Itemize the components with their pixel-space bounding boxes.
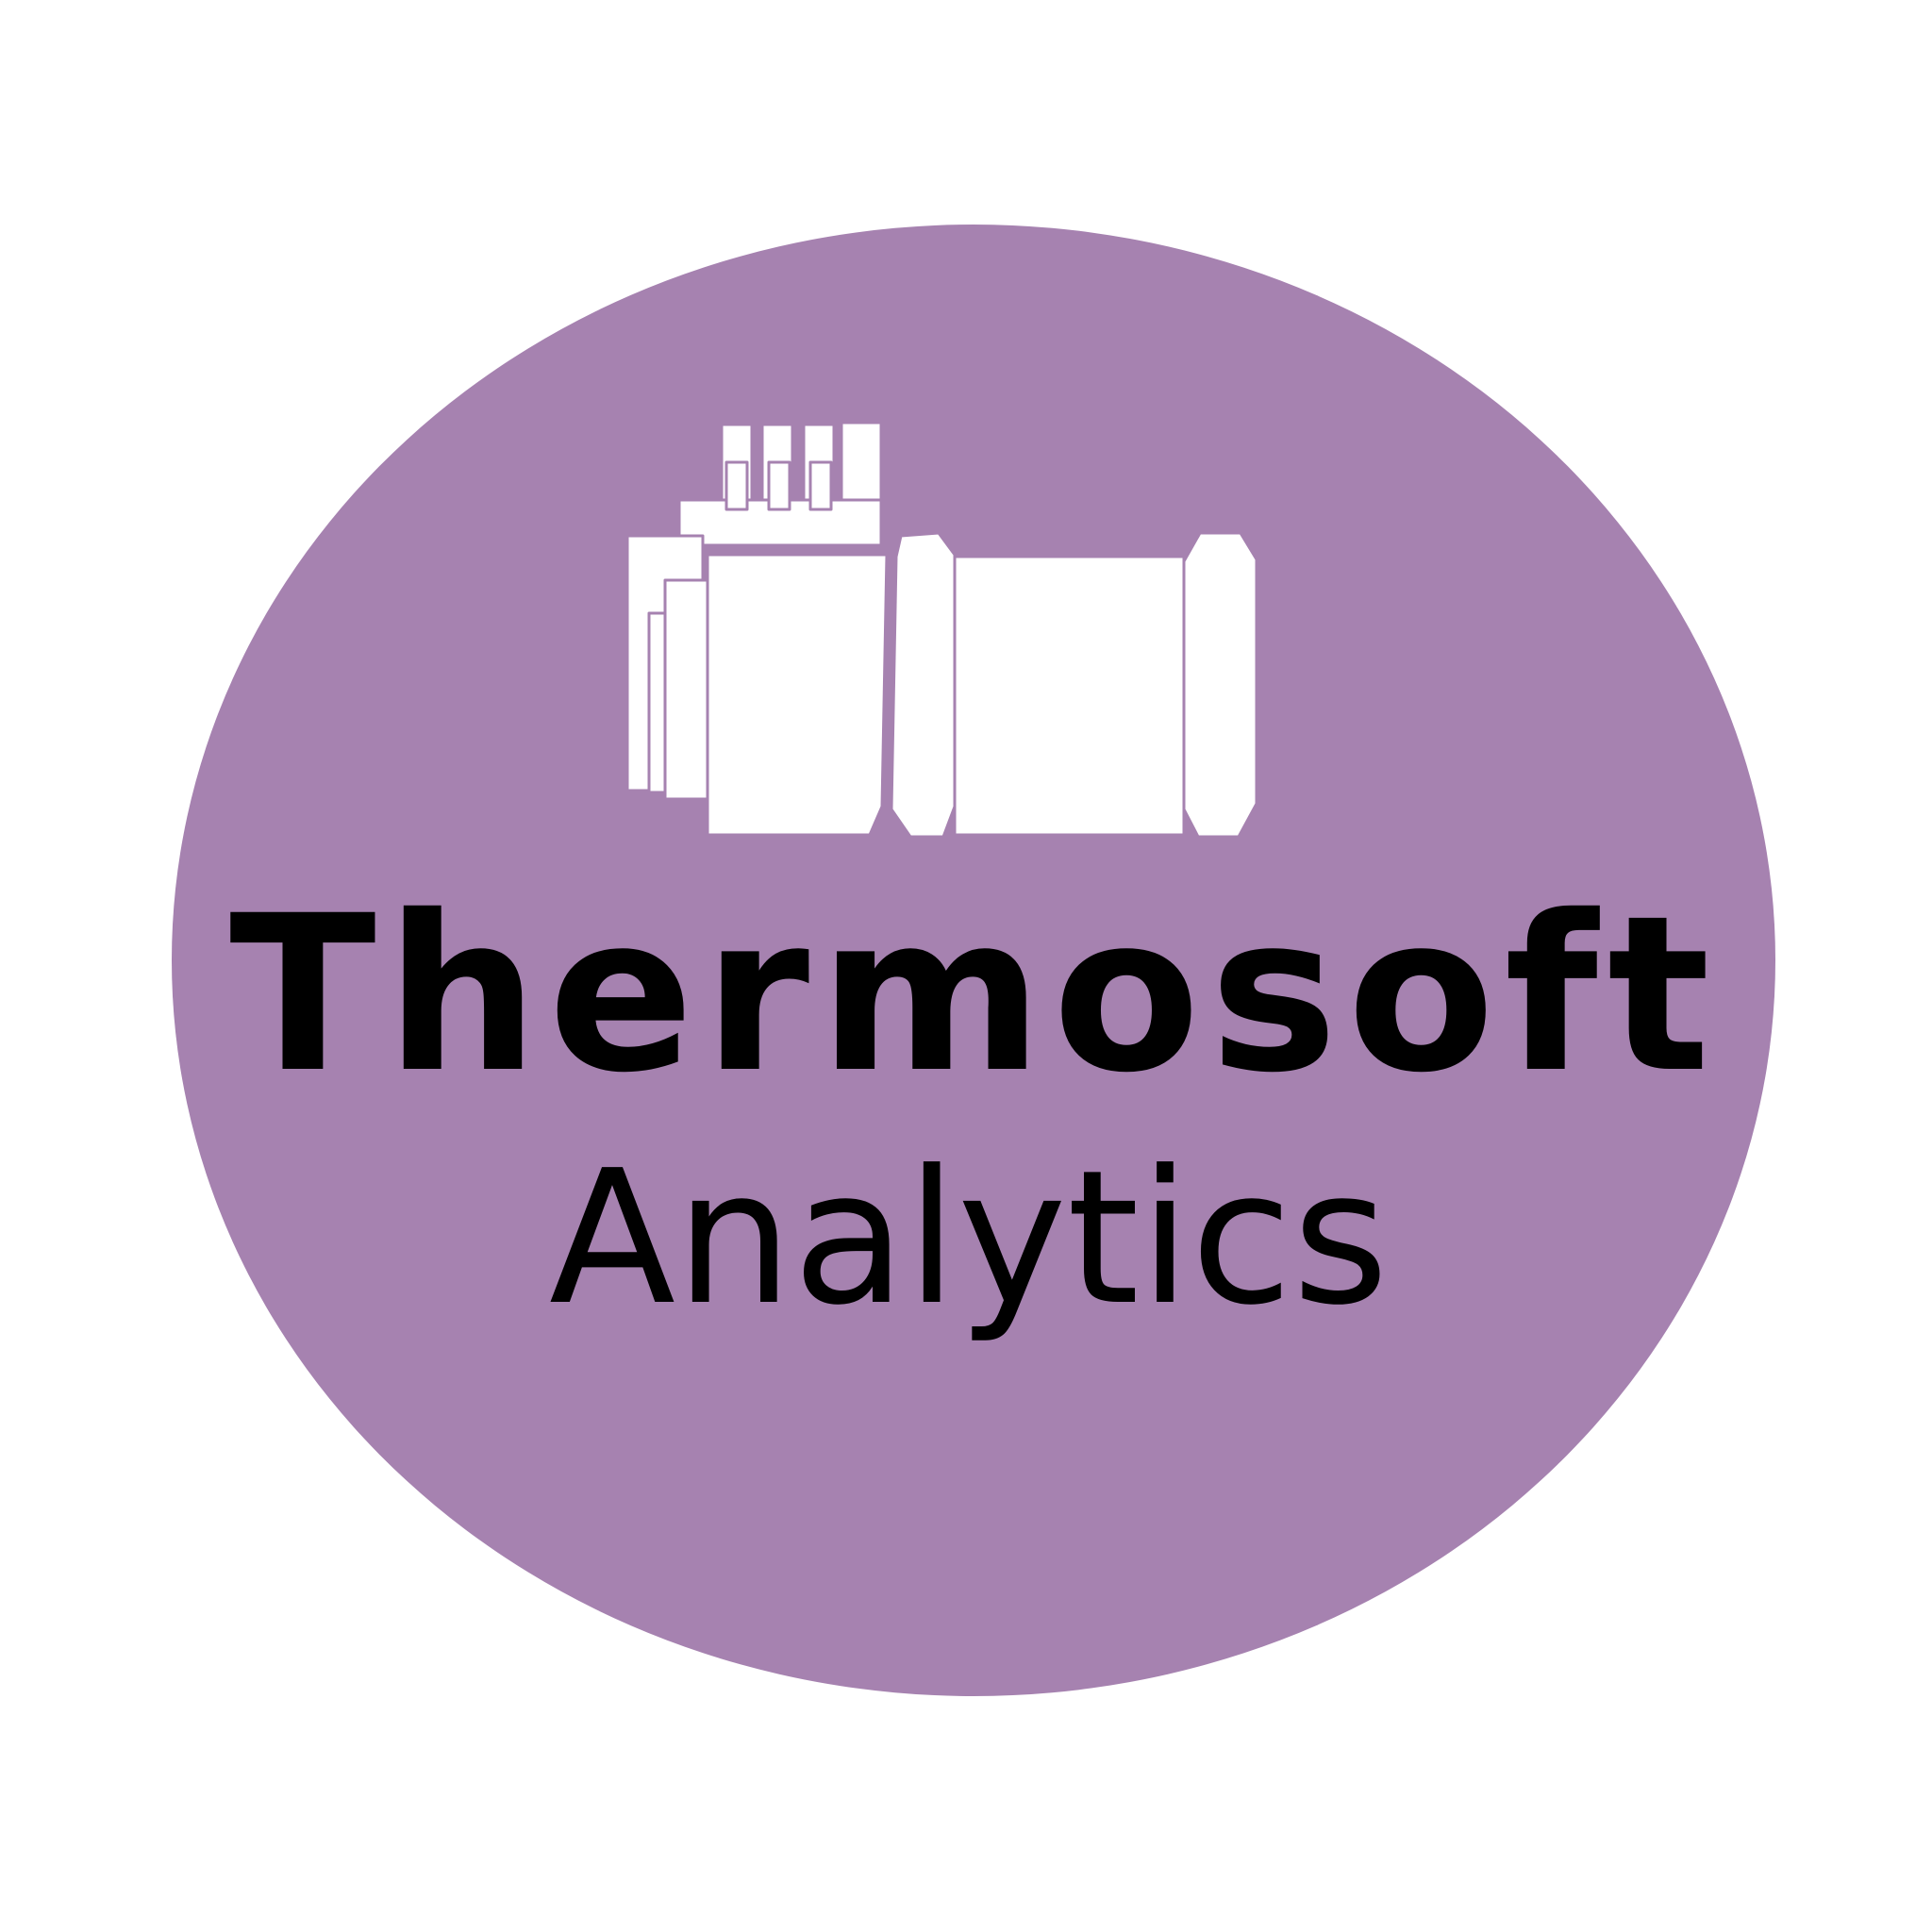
brand-name: Thermosoft <box>229 869 1720 1120</box>
thermal-camera-icon <box>625 421 1258 839</box>
logo-canvas: Thermosoft Analytics <box>0 0 1932 1932</box>
brand-subtitle: Analytics <box>548 1131 1390 1346</box>
